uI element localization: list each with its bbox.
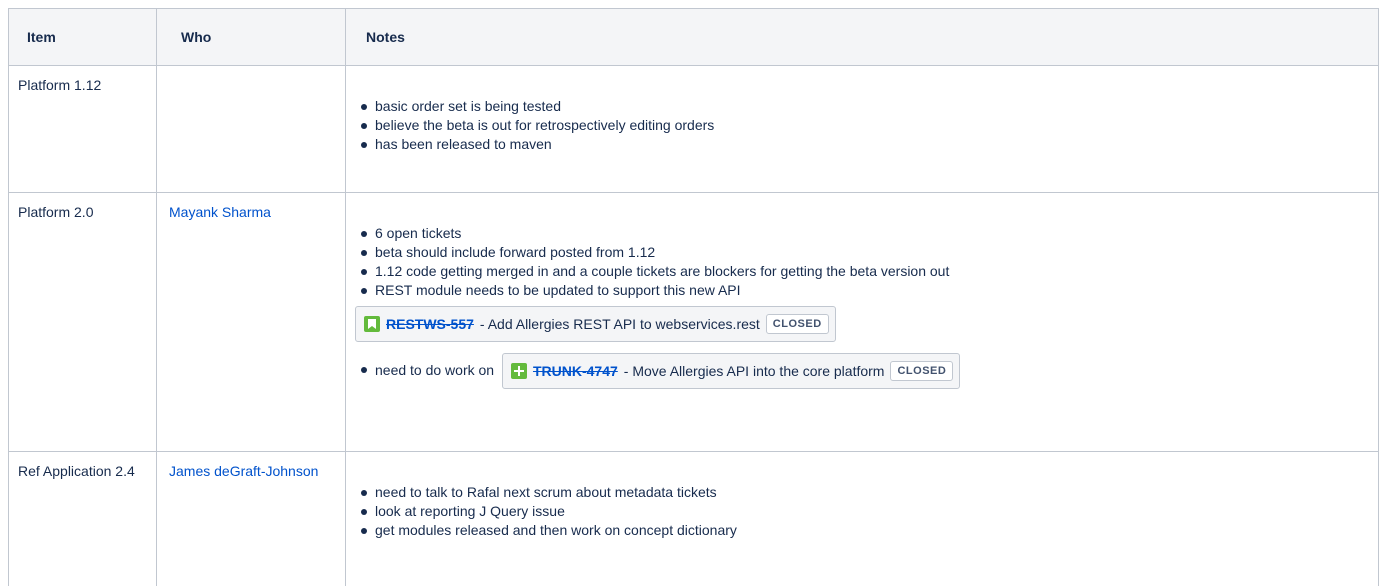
who-cell: Mayank Sharma: [156, 192, 346, 452]
issue-key-link[interactable]: RESTWS-557: [386, 315, 474, 333]
meeting-notes-table: Item Who Notes Platform 1.12 basic order…: [8, 8, 1379, 586]
header-who: Who: [156, 8, 346, 66]
who-cell: [156, 65, 346, 193]
status-badge: CLOSED: [890, 361, 954, 382]
table-row: Platform 2.0 Mayank Sharma 6 open ticket…: [8, 192, 1379, 452]
list-item: need to talk to Rafal next scrum about m…: [361, 483, 1369, 502]
notes-list: need to do work on TRUNK-4747 - Move All…: [355, 352, 1369, 390]
item-cell: Ref Application 2.4: [8, 451, 157, 586]
list-item: get modules released and then work on co…: [361, 521, 1369, 540]
list-item: 6 open tickets: [361, 224, 1369, 243]
status-badge: CLOSED: [765, 314, 829, 334]
header-notes: Notes: [345, 8, 1379, 66]
list-item: need to do work on TRUNK-4747 - Move All…: [361, 352, 1369, 390]
inline-note-text: need to do work on: [375, 362, 495, 378]
plus-icon: [510, 363, 527, 380]
issue-summary: - Add Allergies REST API to webservices.…: [479, 316, 760, 332]
list-item: has been released to maven: [361, 135, 1369, 154]
header-row: Item Who Notes: [8, 8, 1379, 66]
notes-list: basic order set is being tested believe …: [355, 97, 1369, 154]
list-item: beta should include forward posted from …: [361, 243, 1369, 262]
list-item: look at reporting J Query issue: [361, 502, 1369, 521]
issue-key-link[interactable]: TRUNK-4747: [533, 353, 618, 389]
table-row: Platform 1.12 basic order set is being t…: [8, 65, 1379, 193]
bookmark-icon: [364, 316, 380, 332]
list-item: REST module needs to be updated to suppo…: [361, 281, 1369, 300]
item-cell: Platform 2.0: [8, 192, 157, 452]
user-link[interactable]: Mayank Sharma: [169, 204, 271, 220]
page: Item Who Notes Platform 1.12 basic order…: [0, 0, 1384, 586]
list-item: believe the beta is out for retrospectiv…: [361, 116, 1369, 135]
user-link[interactable]: James deGraft-Johnson: [169, 463, 318, 479]
jira-issue-restws-557[interactable]: RESTWS-557 - Add Allergies REST API to w…: [355, 306, 836, 342]
item-cell: Platform 1.12: [8, 65, 157, 193]
notes-cell: basic order set is being tested believe …: [345, 65, 1379, 193]
notes-list: need to talk to Rafal next scrum about m…: [355, 483, 1369, 540]
header-item: Item: [8, 8, 157, 66]
notes-cell: need to talk to Rafal next scrum about m…: [345, 451, 1379, 586]
list-item: 1.12 code getting merged in and a couple…: [361, 262, 1369, 281]
issue-summary: - Move Allergies API into the core platf…: [623, 363, 885, 380]
who-cell: James deGraft-Johnson: [156, 451, 346, 586]
notes-list: 6 open tickets beta should include forwa…: [355, 224, 1369, 300]
jira-issue-trunk-4747[interactable]: TRUNK-4747 - Move Allergies API into the…: [501, 353, 961, 390]
list-item: basic order set is being tested: [361, 97, 1369, 116]
table-row: Ref Application 2.4 James deGraft-Johnso…: [8, 451, 1379, 586]
notes-cell: 6 open tickets beta should include forwa…: [345, 192, 1379, 452]
